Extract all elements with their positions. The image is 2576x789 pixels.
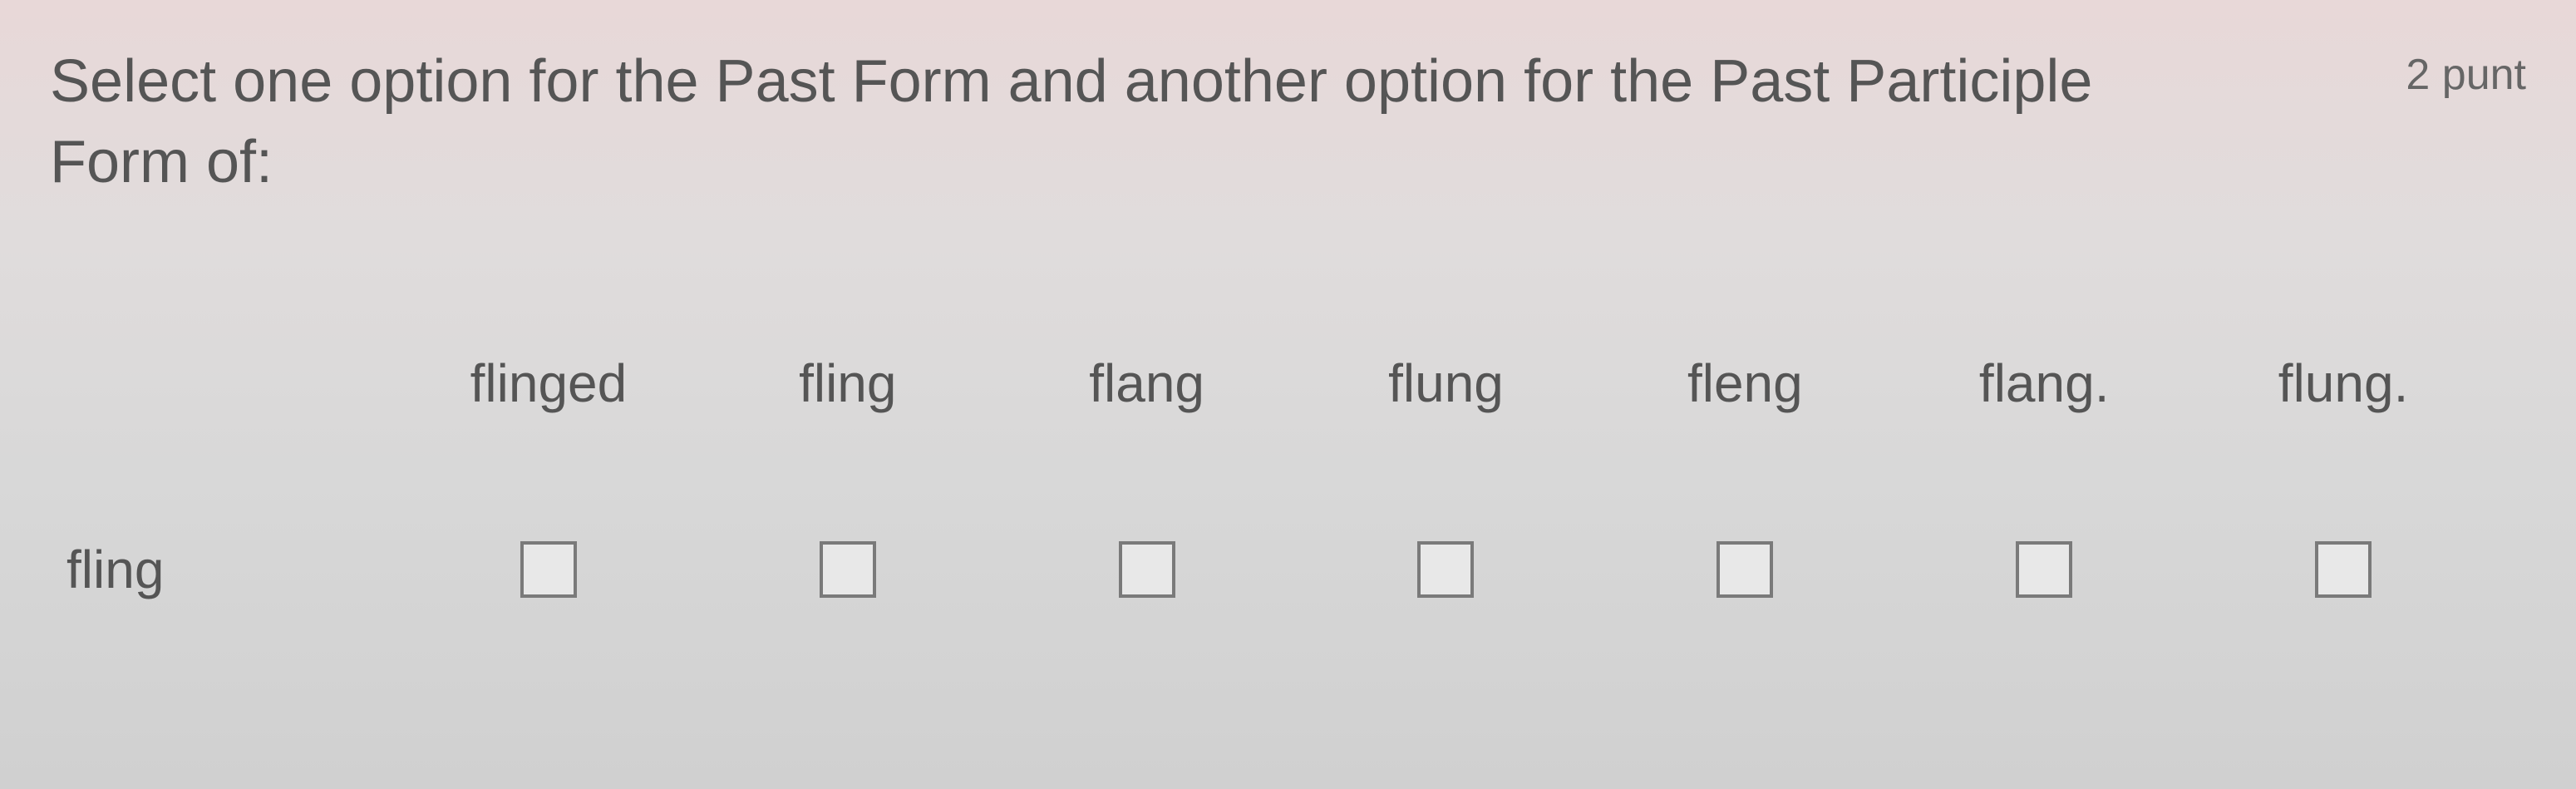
column-header-fling: fling <box>698 353 997 414</box>
checkbox-flang-dot[interactable] <box>2016 541 2072 598</box>
column-header-fleng: fleng <box>1595 353 1894 414</box>
checkbox-flung[interactable] <box>1417 541 1474 598</box>
checkbox-cell <box>399 541 698 598</box>
checkbox-fleng[interactable] <box>1717 541 1773 598</box>
checkbox-flang[interactable] <box>1119 541 1175 598</box>
column-header-flinged: flinged <box>399 353 698 414</box>
options-grid: flinged fling flang flung fleng flang. f… <box>50 353 2526 600</box>
question-prompt: Select one option for the Past Form and … <box>50 42 2128 203</box>
checkbox-cell <box>2194 541 2493 598</box>
column-header-flung-dot: flung. <box>2194 353 2493 414</box>
column-header-flang: flang <box>997 353 1297 414</box>
checkbox-cell <box>1297 541 1596 598</box>
points-label: 2 punt <box>2406 50 2526 100</box>
row-label-fling: fling <box>50 539 399 600</box>
column-header-flung: flung <box>1297 353 1596 414</box>
checkbox-cell <box>1595 541 1894 598</box>
question-container: Select one option for the Past Form and … <box>0 0 2576 789</box>
checkbox-cell <box>997 541 1297 598</box>
checkbox-flinged[interactable] <box>520 541 577 598</box>
checkbox-cell <box>1894 541 2194 598</box>
checkbox-fling[interactable] <box>820 541 876 598</box>
column-header-flang-dot: flang. <box>1894 353 2194 414</box>
checkbox-flung-dot[interactable] <box>2315 541 2372 598</box>
checkbox-cell <box>698 541 997 598</box>
header-row: Select one option for the Past Form and … <box>50 42 2526 203</box>
